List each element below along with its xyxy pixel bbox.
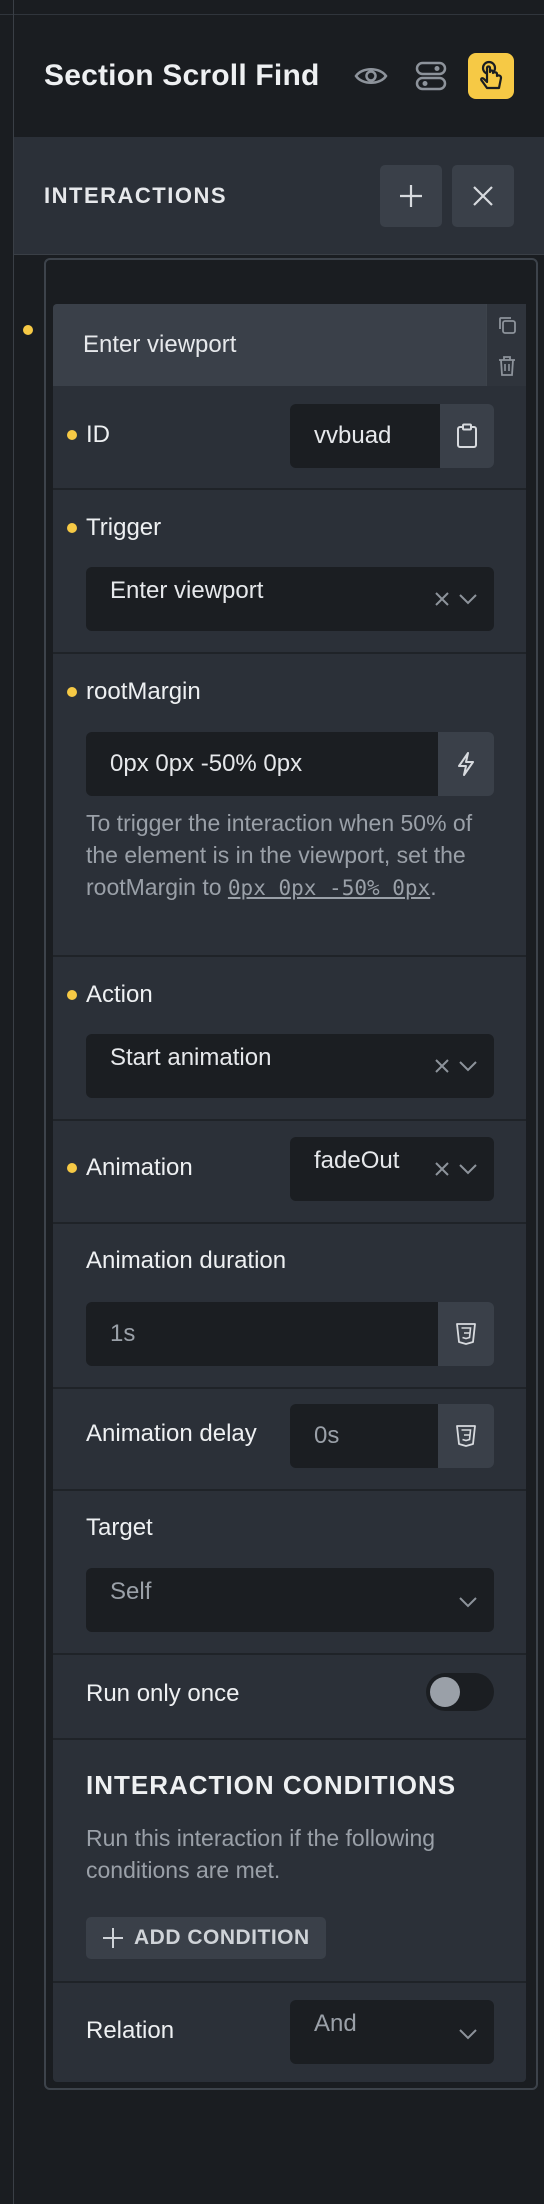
animation-duration-placeholder: 1s: [110, 1320, 136, 1347]
target-label: Target: [86, 1514, 153, 1541]
row-divider: [53, 955, 526, 957]
rootmargin-hint-code: 0px 0px -50% 0px: [227, 876, 431, 900]
target-select[interactable]: Self: [86, 1568, 494, 1632]
animation-delay-label: Animation delay: [86, 1420, 257, 1447]
trigger-indicator: [67, 523, 77, 533]
header-icons: [348, 53, 514, 99]
clone-button[interactable]: [486, 304, 526, 345]
add-condition-label: ADD CONDITION: [134, 1926, 310, 1949]
conditions-description: Run this interaction if the following co…: [86, 1825, 436, 1883]
relation-value: And: [314, 2010, 357, 2037]
rootmargin-hint-end: .: [430, 874, 437, 900]
chevron-down-icon[interactable]: [458, 593, 478, 605]
chevron-down-icon[interactable]: [458, 2028, 478, 2040]
toggle-knob: [430, 1677, 460, 1707]
copy-id-button[interactable]: [440, 404, 494, 468]
animation-delay-input[interactable]: 0s: [290, 1404, 438, 1468]
rootmargin-value: 0px 0px -50% 0px: [110, 750, 303, 777]
trigger-select[interactable]: Enter viewport: [86, 567, 494, 631]
conditions-title: INTERACTION CONDITIONS: [86, 1770, 457, 1800]
row-divider: [53, 1119, 526, 1121]
chevron-down-icon[interactable]: [458, 1596, 478, 1608]
id-field[interactable]: vvbuad: [290, 404, 440, 468]
delete-button[interactable]: [486, 345, 526, 386]
row-divider: [53, 1387, 526, 1389]
rootmargin-indicator: [67, 687, 77, 697]
css-units-button[interactable]: [438, 1302, 494, 1366]
hand-pointer-icon[interactable]: [468, 53, 514, 99]
css-units-button[interactable]: [438, 1404, 494, 1468]
target-placeholder: Self: [110, 1578, 152, 1605]
trash-icon: [498, 355, 515, 376]
action-indicator: [67, 990, 77, 1000]
animation-label: Animation: [86, 1154, 193, 1181]
relation-select[interactable]: And: [290, 2000, 494, 2064]
rootmargin-input[interactable]: 0px 0px -50% 0px: [86, 732, 438, 796]
animation-select[interactable]: fadeOut: [290, 1137, 494, 1201]
close-section-button[interactable]: [452, 164, 514, 227]
row-divider: [53, 1738, 526, 1740]
left-rail: [0, 0, 14, 2204]
eye-icon[interactable]: [348, 53, 394, 99]
id-indicator: [67, 430, 77, 440]
rootmargin-hint: To trigger the interaction when 50% of t…: [86, 807, 496, 904]
section-title: INTERACTIONS: [44, 182, 227, 208]
animation-delay-placeholder: 0s: [314, 1422, 340, 1449]
plus-icon: [103, 1928, 123, 1948]
run-once-label: Run only once: [86, 1680, 240, 1707]
plus-icon: [400, 184, 422, 207]
chevron-down-icon[interactable]: [458, 1060, 478, 1072]
trigger-value: Enter viewport: [110, 577, 264, 604]
trigger-label: Trigger: [86, 514, 162, 541]
clear-icon[interactable]: [434, 1161, 450, 1177]
clear-icon[interactable]: [434, 591, 450, 607]
id-value: vvbuad: [314, 422, 392, 449]
rootmargin-label: rootMargin: [86, 678, 201, 705]
add-interaction-button[interactable]: [380, 164, 442, 227]
bolt-icon: [458, 752, 474, 776]
row-divider: [53, 1653, 526, 1655]
close-icon: [473, 185, 493, 206]
interaction-header[interactable]: Enter viewport: [53, 304, 486, 386]
row-divider: [53, 1489, 526, 1491]
row-divider: [53, 488, 526, 490]
toggles-icon[interactable]: [408, 53, 454, 99]
animation-indicator: [67, 1163, 77, 1173]
run-once-toggle[interactable]: [426, 1673, 494, 1711]
action-value: Start animation: [110, 1044, 272, 1071]
relation-label: Relation: [86, 2017, 175, 2044]
clipboard-icon: [457, 423, 477, 448]
css3-icon: [456, 1323, 476, 1345]
animation-value: fadeOut: [314, 1147, 400, 1174]
interaction-dot: [23, 325, 33, 335]
action-select[interactable]: Start animation: [86, 1034, 494, 1098]
interactions-section-bar: INTERACTIONS: [14, 137, 544, 255]
dynamic-data-button[interactable]: [438, 732, 494, 796]
app-title: Section Scroll Find: [44, 59, 320, 92]
animation-duration-label: Animation duration: [86, 1247, 287, 1274]
app-header: Section Scroll Find: [14, 15, 544, 137]
row-divider: [53, 1981, 526, 1983]
css3-icon: [456, 1425, 476, 1447]
action-label: Action: [86, 981, 153, 1008]
clone-icon: [498, 316, 516, 334]
add-condition-button[interactable]: ADD CONDITION: [86, 1917, 326, 1959]
chevron-down-icon[interactable]: [458, 1163, 478, 1175]
id-label: ID: [86, 421, 110, 448]
row-divider: [53, 1222, 526, 1224]
clear-icon[interactable]: [434, 1058, 450, 1074]
row-divider: [53, 652, 526, 654]
animation-duration-input[interactable]: 1s: [86, 1302, 438, 1366]
